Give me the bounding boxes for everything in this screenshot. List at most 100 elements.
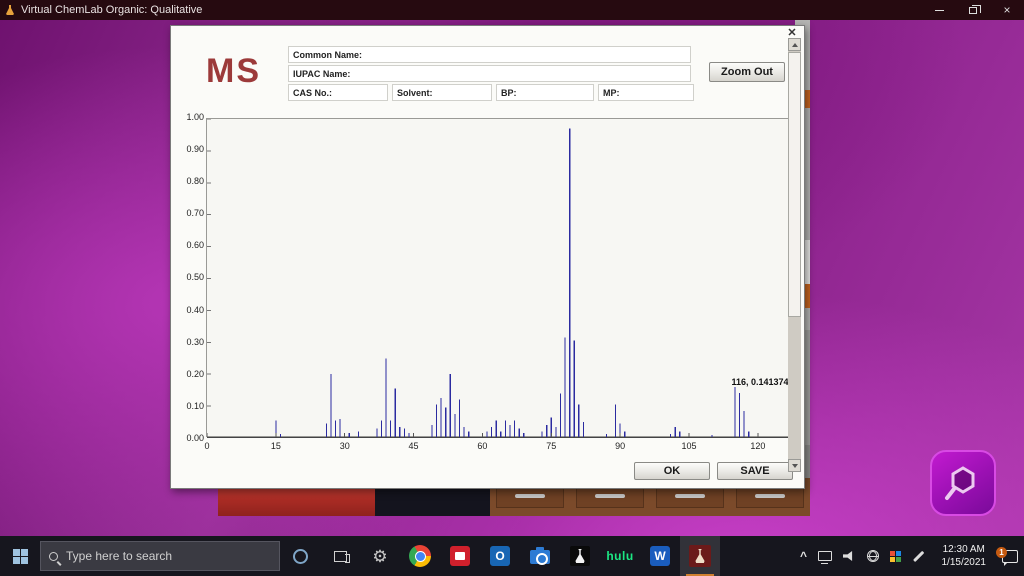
minimize-button[interactable] — [922, 0, 956, 20]
y-tick-label: 0.60 — [186, 240, 204, 250]
outlook-icon: O — [490, 546, 510, 566]
display-icon[interactable] — [818, 551, 832, 561]
y-tick-label: 1.00 — [186, 112, 204, 122]
x-tick-label: 45 — [409, 441, 419, 451]
y-tick-label: 0.10 — [186, 401, 204, 411]
task-view-icon — [334, 551, 347, 562]
peak-annotation: 116, 0.141374 — [732, 377, 789, 387]
scrollbar-thumb[interactable] — [788, 52, 801, 317]
down-triangle-icon — [792, 464, 798, 468]
ok-button[interactable]: OK — [634, 462, 710, 480]
y-tick-label: 0.00 — [186, 433, 204, 443]
up-triangle-icon — [792, 43, 798, 47]
scroll-down-arrow[interactable] — [788, 459, 801, 472]
ms-logo: MS — [206, 52, 261, 91]
flask-app-icon — [570, 546, 590, 566]
word-icon: W — [650, 546, 670, 566]
word-button[interactable]: W — [640, 536, 680, 576]
x-tick-label: 75 — [546, 441, 556, 451]
outlook-button[interactable]: O — [480, 536, 520, 576]
taskbar-left-group: ⚙ O hulu W — [0, 536, 720, 576]
speaker-icon[interactable] — [843, 551, 856, 562]
minimize-icon — [935, 10, 944, 11]
x-tick-label: 60 — [477, 441, 487, 451]
bp-label: BP: — [501, 88, 517, 98]
flask-app-button[interactable] — [560, 536, 600, 576]
red-app-icon — [450, 546, 470, 566]
iupac-name-field[interactable]: IUPAC Name: — [288, 65, 691, 82]
chemlab-taskbar-button[interactable] — [680, 536, 720, 576]
x-tick-label: 120 — [750, 441, 765, 451]
network-globe-icon[interactable] — [867, 550, 879, 562]
notification-badge: 1 — [996, 547, 1007, 558]
bp-field[interactable]: BP: — [496, 84, 594, 101]
y-axis-labels: 1.000.900.800.700.600.500.400.300.200.10… — [173, 112, 204, 443]
pen-tray-icon[interactable] — [912, 550, 924, 562]
camera-button[interactable] — [520, 536, 560, 576]
hulu-icon: hulu — [606, 549, 633, 563]
flask-icon — [694, 549, 706, 563]
magnifier-hexagon-icon — [941, 461, 985, 505]
mass-spectrum-chart — [207, 119, 790, 438]
task-view-button[interactable] — [320, 536, 360, 576]
restore-icon — [969, 7, 977, 14]
cortana-icon — [293, 549, 308, 564]
tray-expand-chevron-icon[interactable]: ^ — [800, 549, 807, 563]
common-name-label: Common Name: — [293, 50, 362, 60]
save-button[interactable]: SAVE — [717, 462, 793, 480]
chemlab-flask-icon — [4, 4, 16, 16]
scroll-up-arrow[interactable] — [788, 38, 801, 51]
x-tick-label: 0 — [204, 441, 209, 451]
close-button[interactable]: × — [990, 0, 1024, 20]
mass-spectrum-plot-area: 116, 0.141374 — [206, 118, 789, 437]
taskbar-clock[interactable]: 12:30 AM 1/15/2021 — [942, 536, 987, 576]
taskbar-search-box[interactable] — [40, 541, 280, 571]
solvent-label: Solvent: — [397, 88, 433, 98]
window-title: Virtual ChemLab Organic: Qualitative — [21, 4, 202, 16]
x-axis-labels: 0153045607590105120 — [207, 441, 790, 453]
iupac-name-label: IUPAC Name: — [293, 69, 350, 79]
y-tick-label: 0.30 — [186, 337, 204, 347]
y-tick-label: 0.80 — [186, 176, 204, 186]
color-app-tray-icon[interactable] — [890, 551, 901, 562]
y-tick-label: 0.40 — [186, 305, 204, 315]
window-controls: × — [922, 0, 1024, 20]
red-app-button[interactable] — [440, 536, 480, 576]
x-tick-label: 90 — [615, 441, 625, 451]
restore-button[interactable] — [956, 0, 990, 20]
solvent-field[interactable]: Solvent: — [392, 84, 492, 101]
zoom-out-button[interactable]: Zoom Out — [709, 62, 785, 82]
mp-field[interactable]: MP: — [598, 84, 694, 101]
clock-date: 1/15/2021 — [942, 556, 987, 569]
taskbar: ⚙ O hulu W ^ 12:30 AM 1/15/2021 — [0, 536, 1024, 576]
hulu-button[interactable]: hulu — [600, 536, 640, 576]
y-tick-label: 0.70 — [186, 208, 204, 218]
x-tick-label: 30 — [340, 441, 350, 451]
action-center-button[interactable]: 1 — [1002, 536, 1018, 576]
ms-spectrum-dialog: ✕ MS Common Name: IUPAC Name: CAS No.: S… — [170, 25, 805, 489]
magnifier-overlay-icon[interactable] — [930, 450, 996, 516]
close-icon: × — [1003, 4, 1010, 16]
clock-time: 12:30 AM — [943, 543, 985, 556]
dialog-scrollbar[interactable] — [788, 38, 801, 472]
search-icon — [49, 552, 58, 561]
y-tick-label: 0.50 — [186, 272, 204, 282]
common-name-field[interactable]: Common Name: — [288, 46, 691, 63]
cas-number-label: CAS No.: — [293, 88, 332, 98]
chrome-button[interactable] — [400, 536, 440, 576]
gear-icon: ⚙ — [372, 548, 387, 565]
notification-bubble-icon: 1 — [1002, 550, 1018, 563]
cas-number-field[interactable]: CAS No.: — [288, 84, 388, 101]
app-titlebar: Virtual ChemLab Organic: Qualitative × — [0, 0, 1024, 20]
screen: ✕ MS Common Name: IUPAC Name: CAS No.: S… — [0, 0, 1024, 576]
x-tick-label: 15 — [271, 441, 281, 451]
search-input[interactable] — [66, 549, 266, 563]
chemlab-app-icon — [689, 545, 711, 567]
start-button[interactable] — [0, 536, 40, 576]
system-tray: ^ — [800, 536, 924, 576]
camera-icon — [530, 550, 550, 564]
y-tick-label: 0.90 — [186, 144, 204, 154]
cortana-button[interactable] — [280, 536, 320, 576]
settings-button[interactable]: ⚙ — [360, 536, 400, 576]
flask-icon — [574, 549, 586, 563]
